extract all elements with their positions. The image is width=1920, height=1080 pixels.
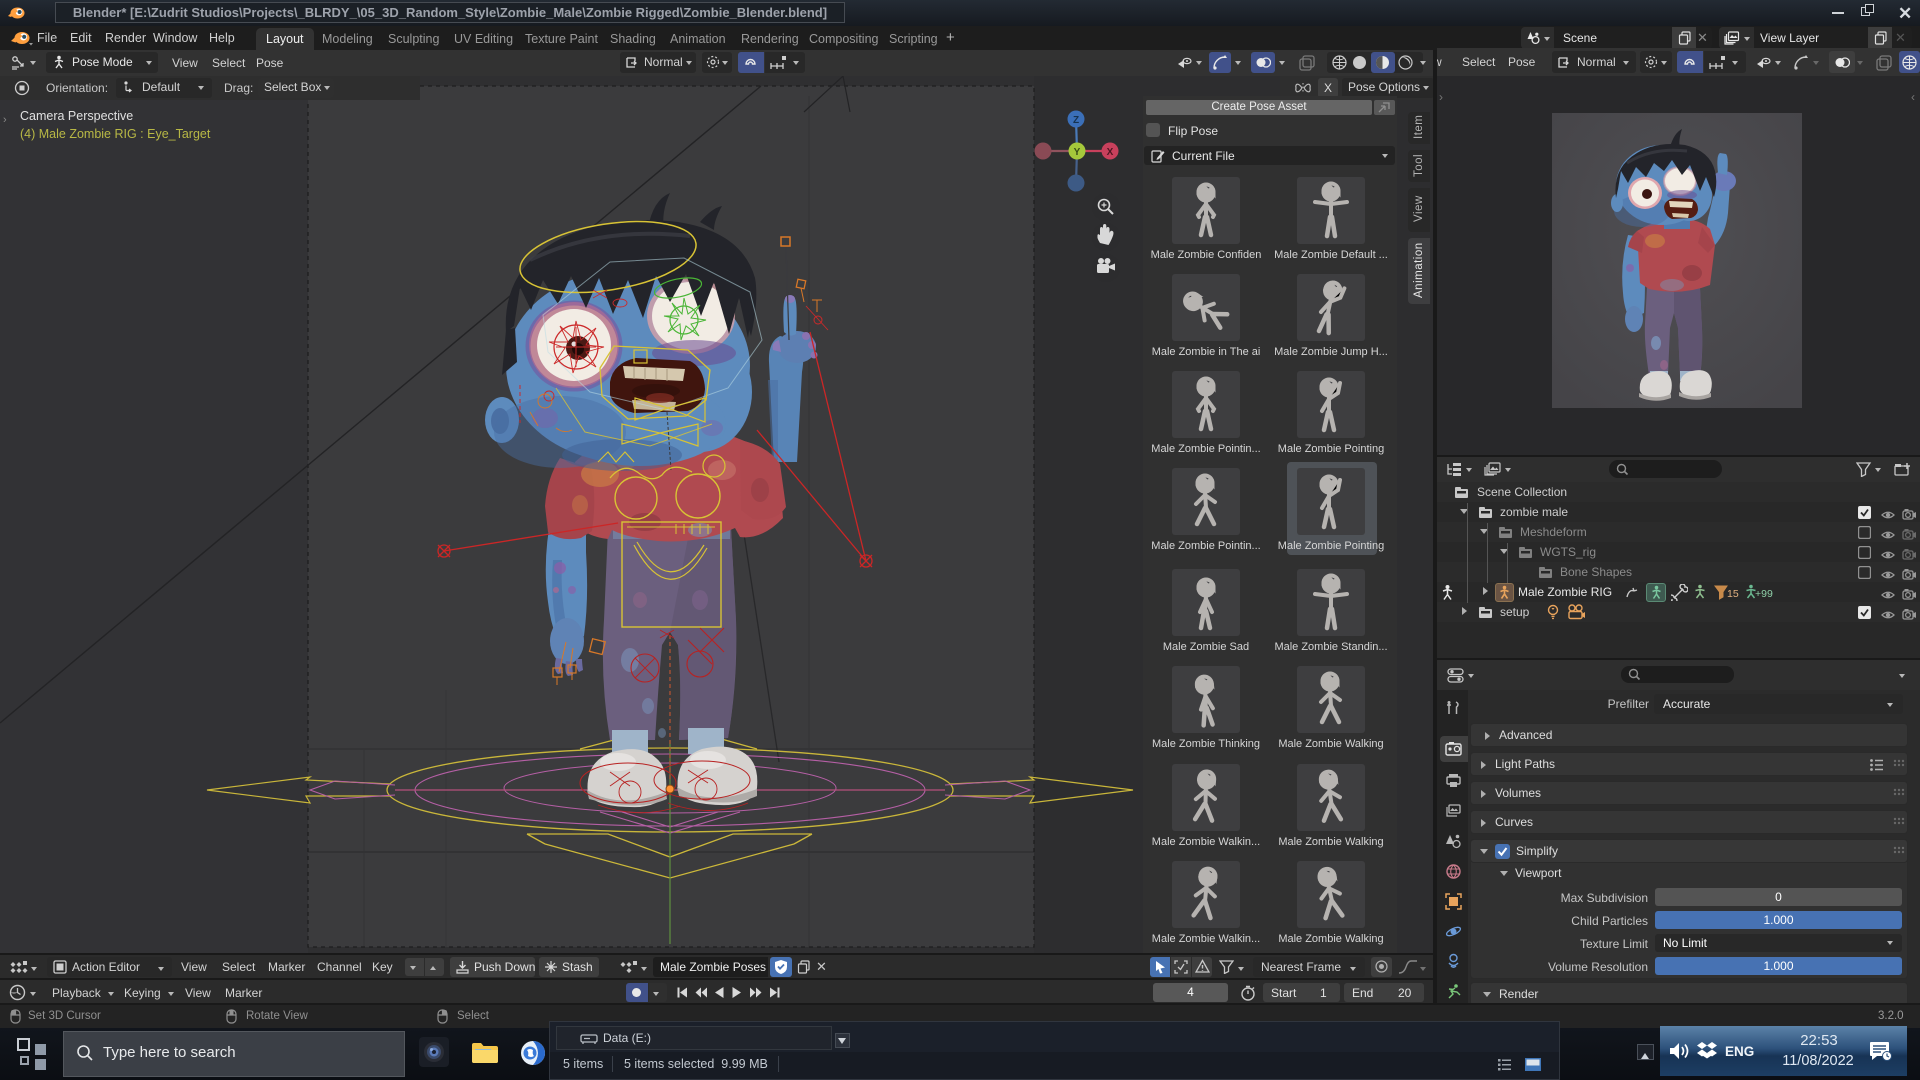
- svg-text:Z: Z: [1073, 115, 1079, 126]
- svg-text:Y: Y: [1074, 147, 1081, 158]
- svg-text:X: X: [1107, 147, 1114, 158]
